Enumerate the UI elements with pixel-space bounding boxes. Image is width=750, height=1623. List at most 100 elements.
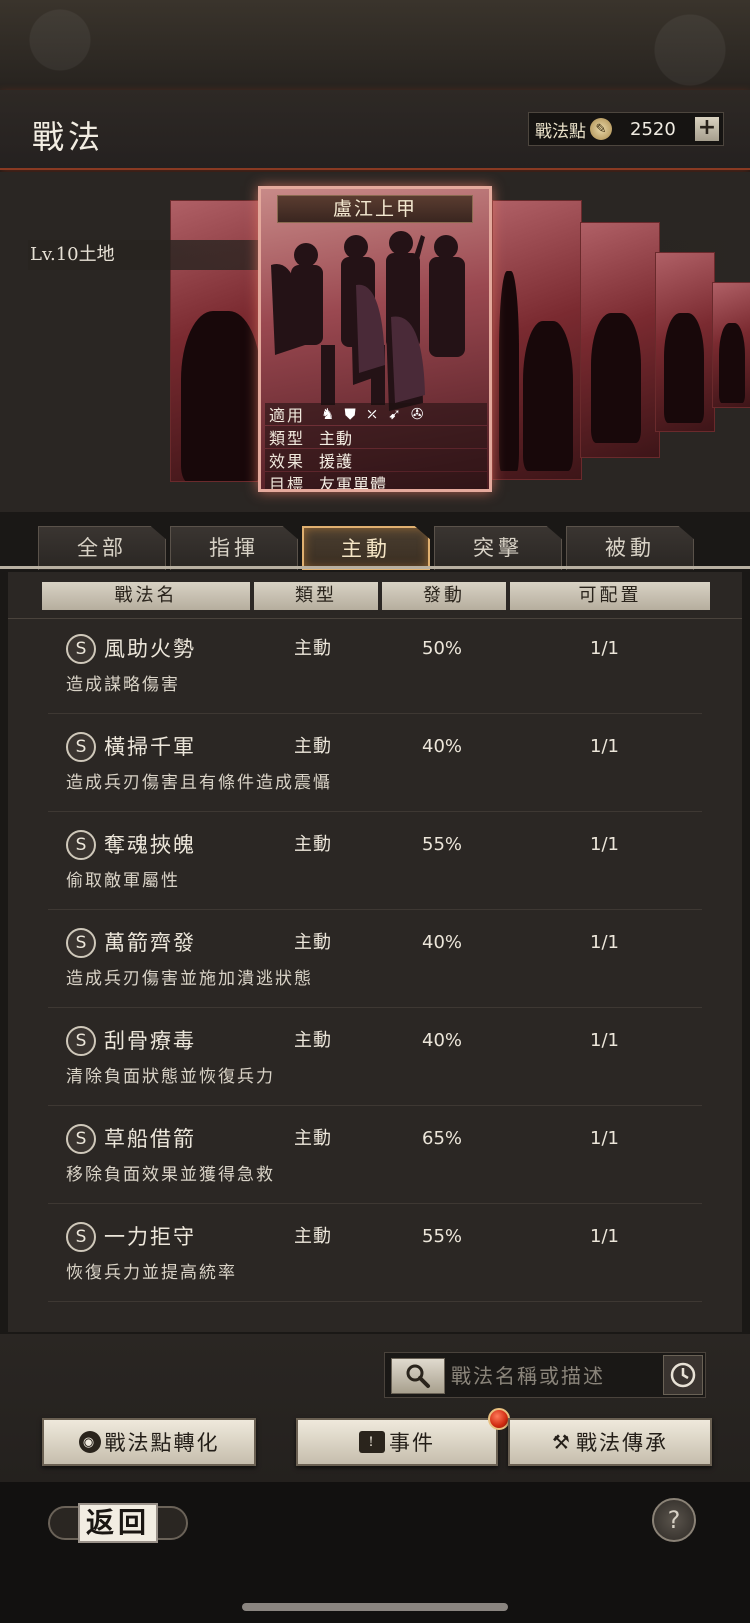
- grade-badge: S: [66, 830, 96, 860]
- bow-icon: ⤫: [365, 405, 379, 423]
- column-header-name[interactable]: 戰法名: [42, 582, 250, 610]
- tactic-type: 主動: [294, 1030, 332, 1051]
- shield-icon: ⛊: [344, 405, 356, 423]
- grade-badge: S: [66, 1124, 96, 1154]
- tactic-name: 萬箭齊發: [104, 931, 196, 955]
- tactic-slots: 1/1: [590, 834, 619, 855]
- tactic-rate: 55%: [422, 834, 463, 855]
- table-row[interactable]: S 萬箭齊發 主動 40% 1/1 造成兵刃傷害並施加潰逃狀態: [48, 914, 702, 1008]
- table-row[interactable]: S 刮骨療毒 主動 40% 1/1 清除負面狀態並恢復兵力: [48, 1012, 702, 1106]
- info-row-apply: 適用 ♞ ⛊ ⤫ ➹ ✇: [265, 403, 487, 425]
- table-row[interactable]: S 風助火勢 主動 50% 1/1 造成謀略傷害: [48, 620, 702, 714]
- table-row[interactable]: S 橫掃千軍 主動 40% 1/1 造成兵刃傷害且有條件造成震懾: [48, 718, 702, 812]
- category-tabs: 全部 指揮 主動 突擊 被動: [0, 522, 750, 572]
- column-header-slots[interactable]: 可配置: [510, 582, 710, 610]
- search-input[interactable]: 戰法名稱或描述: [451, 1353, 605, 1399]
- tactic-description: 造成兵刃傷害且有條件造成震懾: [66, 773, 332, 793]
- card-title: 盧江上甲: [277, 195, 473, 223]
- soldiers-artwork: [271, 231, 465, 411]
- tactic-type: 主動: [294, 834, 332, 855]
- tactic-description: 造成謀略傷害: [66, 675, 180, 695]
- add-points-button[interactable]: +: [695, 117, 719, 141]
- selected-tactic-card[interactable]: 盧江上甲 適用 ♞ ⛊ ⤫ ➹ ✇ 類型 主動 效果 援護 目標 友軍單體: [258, 186, 492, 492]
- tactic-name: 草船借箭: [104, 1127, 196, 1151]
- alert-icon: !: [359, 1431, 385, 1453]
- search-box[interactable]: 戰法名稱或描述: [384, 1352, 706, 1398]
- info-value: 援護: [319, 452, 354, 471]
- tactic-slots: 1/1: [590, 736, 619, 757]
- grade-badge: S: [66, 1222, 96, 1252]
- tactic-card[interactable]: [712, 282, 750, 408]
- clock-icon: [670, 1362, 696, 1388]
- info-row-type: 類型 主動: [265, 426, 487, 448]
- grade-badge: S: [66, 634, 96, 664]
- tactic-list[interactable]: 戰法名 類型 發動 可配置 S 風助火勢 主動 50% 1/1 造成謀略傷害 S…: [8, 572, 742, 1332]
- tab-command[interactable]: 指揮: [170, 526, 298, 570]
- info-key: 適用: [269, 406, 306, 425]
- grade-badge: S: [66, 928, 96, 958]
- info-value: 友軍單體: [319, 475, 388, 492]
- history-button[interactable]: [663, 1355, 703, 1395]
- tactic-slots: 1/1: [590, 1128, 619, 1149]
- events-label: 事件: [389, 1431, 435, 1455]
- inherit-tactic-label: 戰法傳承: [575, 1431, 668, 1455]
- cavalry-icon: ♞: [321, 405, 335, 423]
- back-button[interactable]: 返回: [48, 1498, 188, 1548]
- help-button[interactable]: ?: [652, 1498, 696, 1542]
- tactic-name: 一力拒守: [104, 1225, 196, 1249]
- tactic-type: 主動: [294, 638, 332, 659]
- spear-icon: ➹: [388, 405, 401, 423]
- flame-icon: ◉: [78, 1431, 101, 1453]
- tactic-slots: 1/1: [590, 1030, 619, 1051]
- table-row[interactable]: S 草船借箭 主動 65% 1/1 移除負面效果並獲得急救: [48, 1110, 702, 1204]
- tactic-rate: 50%: [422, 638, 463, 659]
- tactic-rate: 40%: [422, 1030, 463, 1051]
- header-bar: 戰法 戰法點 ✎ 2520 +: [0, 90, 750, 170]
- level-text: Lv.10土地: [30, 244, 115, 265]
- inherit-tactic-button[interactable]: ⚒ 戰法傳承: [508, 1418, 712, 1466]
- search-button[interactable]: [391, 1358, 445, 1394]
- tactic-description: 偷取敵軍屬性: [66, 871, 180, 891]
- top-background: [0, 0, 750, 90]
- header-divider: [8, 618, 742, 619]
- unit-type-icons: ♞ ⛊ ⤫ ➹ ✇: [313, 405, 423, 423]
- tactic-name: 風助火勢: [104, 637, 196, 661]
- tactic-name: 刮骨療毒: [104, 1029, 196, 1053]
- tab-passive[interactable]: 被動: [566, 526, 694, 570]
- tactic-description: 移除負面效果並獲得急救: [66, 1165, 275, 1185]
- tactic-slots: 1/1: [590, 638, 619, 659]
- tactic-rate: 55%: [422, 1226, 463, 1247]
- notification-dot: [488, 1408, 510, 1430]
- tactic-slots: 1/1: [590, 932, 619, 953]
- grade-badge: S: [66, 1026, 96, 1056]
- info-key: 效果: [269, 452, 306, 471]
- tactic-card[interactable]: [580, 222, 660, 458]
- chariot-icon: ✇: [410, 405, 424, 423]
- column-header-type[interactable]: 類型: [254, 582, 378, 610]
- tactic-type: 主動: [294, 932, 332, 953]
- tactic-description: 恢復兵力並提高統率: [66, 1263, 237, 1283]
- points-coin-icon: ✎: [590, 118, 612, 140]
- column-header-rate[interactable]: 發動: [382, 582, 506, 610]
- convert-points-button[interactable]: ◉ 戰法點轉化: [42, 1418, 256, 1466]
- events-button[interactable]: ! 事件: [296, 1408, 510, 1466]
- info-key: 目標: [269, 475, 306, 492]
- info-key: 類型: [269, 429, 306, 448]
- tactic-card[interactable]: [492, 200, 582, 480]
- tactic-rate: 40%: [422, 932, 463, 953]
- info-row-effect: 效果 援護: [265, 449, 487, 471]
- table-row[interactable]: S 一力拒守 主動 55% 1/1 恢復兵力並提高統率: [48, 1208, 702, 1302]
- tab-all[interactable]: 全部: [38, 526, 166, 570]
- tactic-description: 清除負面狀態並恢復兵力: [66, 1067, 275, 1087]
- points-label: 戰法點: [535, 121, 586, 142]
- tactic-points-box: 戰法點 ✎ 2520 +: [528, 112, 724, 146]
- tab-active[interactable]: 主動: [302, 526, 430, 570]
- table-row[interactable]: S 奪魂挾魄 主動 55% 1/1 偷取敵軍屬性: [48, 816, 702, 910]
- tab-assault[interactable]: 突擊: [434, 526, 562, 570]
- tactic-description: 造成兵刃傷害並施加潰逃狀態: [66, 969, 313, 989]
- tactic-rate: 65%: [422, 1128, 463, 1149]
- back-label: 返回: [77, 1503, 158, 1543]
- tactic-card-carousel[interactable]: Lv.10土地 盧江上甲 適用 ♞ ⛊ ⤫ ➹ ✇ 類型 主動 效果 援護 目標…: [0, 172, 750, 512]
- hammer-icon: ⚒: [552, 1430, 572, 1454]
- tactic-card[interactable]: [655, 252, 715, 432]
